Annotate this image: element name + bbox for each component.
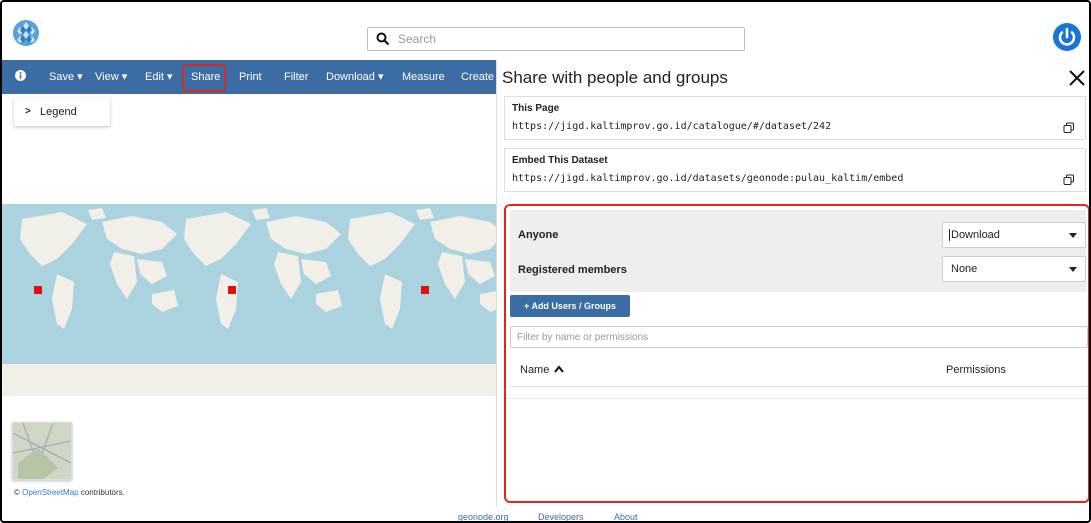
legend-toggle[interactable]: > Legend	[14, 98, 110, 126]
print-button[interactable]: Print	[239, 60, 262, 94]
registered-permission-select[interactable]: None	[942, 256, 1086, 282]
anyone-permission-select[interactable]: Download	[942, 222, 1086, 248]
map-attribution: © OpenStreetMap contributors.	[14, 488, 125, 497]
share-panel: Share with people and groups This Page h…	[496, 60, 1089, 506]
download-menu[interactable]: Download ▾	[326, 60, 384, 94]
background-layer-thumbnail[interactable]	[12, 422, 72, 480]
top-header: Search	[2, 2, 1089, 60]
permissions-filter-input[interactable]: Filter by name or permissions	[510, 326, 1088, 348]
measure-button[interactable]: Measure	[402, 60, 445, 94]
this-page-url[interactable]: https://jigd.kaltimprov.go.id/catalogue/…	[512, 121, 831, 132]
legend-label: Legend	[40, 106, 77, 118]
search-input[interactable]: Search	[367, 27, 745, 51]
divider	[506, 398, 1088, 399]
share-panel-title: Share with people and groups	[502, 68, 728, 87]
chevron-down-icon	[1069, 267, 1077, 272]
geonode-logo[interactable]	[12, 19, 40, 47]
search-icon	[376, 32, 390, 46]
world-map-tiles	[2, 204, 506, 396]
embed-dataset-card: Embed This Dataset https://jigd.kaltimpr…	[504, 148, 1086, 192]
app-window: Search Save ▾ View ▾ Edit ▾ Share Print …	[0, 0, 1091, 523]
general-permissions: Anyone Download Registered members None	[510, 210, 1086, 292]
create-button[interactable]: Create	[461, 60, 494, 94]
copy-icon[interactable]	[1063, 173, 1075, 185]
chevron-right-icon: >	[25, 106, 31, 117]
this-page-card: This Page https://jigd.kaltimprov.go.id/…	[504, 96, 1086, 140]
permissions-column-header: Permissions	[946, 364, 1006, 376]
close-icon[interactable]	[1067, 68, 1087, 88]
info-icon[interactable]	[15, 60, 27, 94]
footer-link-geonode[interactable]: geonode.org	[458, 512, 509, 521]
openstreetmap-link[interactable]: OpenStreetMap	[22, 488, 78, 497]
sort-up-icon	[554, 365, 565, 373]
permissions-section: Anyone Download Registered members None …	[504, 204, 1089, 503]
edit-menu[interactable]: Edit ▾	[145, 60, 173, 94]
search-placeholder: Search	[398, 32, 437, 46]
copy-icon[interactable]	[1063, 121, 1075, 133]
footer-link-developers[interactable]: Developers	[538, 512, 584, 521]
add-users-groups-button[interactable]: + Add Users / Groups	[510, 295, 630, 317]
name-column-header[interactable]: Name	[520, 364, 565, 376]
footer: geonode.org Developers About	[2, 504, 1089, 521]
anyone-label: Anyone	[518, 229, 559, 241]
registered-members-label: Registered members	[518, 264, 627, 276]
map-view[interactable]	[2, 94, 506, 504]
embed-heading: Embed This Dataset	[512, 155, 608, 166]
view-menu[interactable]: View ▾	[95, 60, 127, 94]
embed-url[interactable]: https://jigd.kaltimprov.go.id/datasets/g…	[512, 173, 903, 184]
user-menu-power-icon[interactable]	[1052, 22, 1082, 52]
chevron-down-icon	[1069, 233, 1077, 238]
save-menu[interactable]: Save ▾	[49, 60, 83, 94]
divider	[510, 386, 1088, 387]
share-highlight-box	[182, 64, 226, 92]
footer-link-about[interactable]: About	[614, 512, 638, 521]
map-toolbar: Save ▾ View ▾ Edit ▾ Share Print Filter …	[2, 60, 496, 94]
this-page-heading: This Page	[512, 103, 560, 114]
filter-button[interactable]: Filter	[284, 60, 308, 94]
